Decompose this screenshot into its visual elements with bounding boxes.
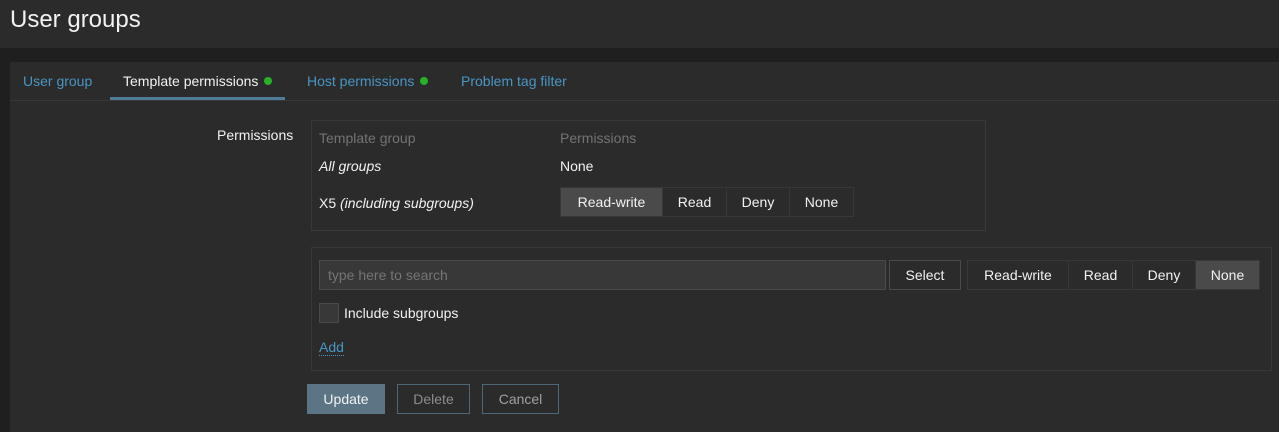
- page-title: User groups: [10, 6, 141, 33]
- status-dot-icon: [264, 77, 273, 85]
- form-panel: User group Template permissions Host per…: [10, 62, 1279, 432]
- tab-template-permissions[interactable]: Template permissions: [110, 62, 286, 100]
- column-header-permissions: Permissions: [560, 130, 637, 146]
- include-subgroups-checkbox[interactable]: [319, 303, 339, 323]
- tab-host-permissions[interactable]: Host permissions: [294, 62, 441, 100]
- header-bar: User groups: [0, 0, 1279, 48]
- update-button[interactable]: Update: [307, 384, 385, 414]
- tab-problem-tag-filter[interactable]: Problem tag filter: [448, 62, 580, 100]
- group-search-input[interactable]: [319, 260, 886, 290]
- group-name: X5: [319, 195, 337, 211]
- tab-bar: User group Template permissions Host per…: [10, 62, 1279, 101]
- tab-label: User group: [23, 73, 93, 89]
- group-name-x5: X5 (including subgroups): [319, 195, 474, 211]
- option-none[interactable]: None: [790, 188, 853, 216]
- column-header-template-group: Template group: [319, 130, 416, 146]
- cancel-button[interactable]: Cancel: [482, 384, 559, 414]
- include-subgroups-label: Include subgroups: [344, 305, 459, 321]
- option-read[interactable]: Read: [1069, 261, 1133, 289]
- permission-selector-x5: Read-write Read Deny None: [560, 187, 854, 217]
- option-none[interactable]: None: [1196, 261, 1259, 289]
- add-permission-box: Select Read-write Read Deny None Include…: [311, 247, 1272, 371]
- select-button[interactable]: Select: [889, 260, 961, 290]
- option-deny[interactable]: Deny: [727, 188, 790, 216]
- option-read-write[interactable]: Read-write: [968, 261, 1069, 289]
- tab-label: Template permissions: [123, 73, 259, 89]
- delete-button[interactable]: Delete: [397, 384, 470, 414]
- status-dot-icon: [420, 77, 429, 85]
- tab-label: Problem tag filter: [461, 73, 567, 89]
- add-link[interactable]: Add: [319, 339, 344, 356]
- new-permission-selector: Read-write Read Deny None: [967, 260, 1260, 290]
- group-name-all-groups: All groups: [319, 158, 382, 174]
- option-read-write[interactable]: Read-write: [561, 188, 663, 216]
- tab-label: Host permissions: [307, 73, 415, 89]
- permission-value: None: [560, 158, 594, 174]
- permissions-table: Template group Permissions All groups No…: [311, 120, 986, 231]
- option-deny[interactable]: Deny: [1133, 261, 1196, 289]
- group-suffix: (including subgroups): [340, 195, 474, 211]
- tab-user-group[interactable]: User group: [10, 62, 105, 100]
- permissions-label: Permissions: [217, 127, 294, 143]
- option-read[interactable]: Read: [663, 188, 727, 216]
